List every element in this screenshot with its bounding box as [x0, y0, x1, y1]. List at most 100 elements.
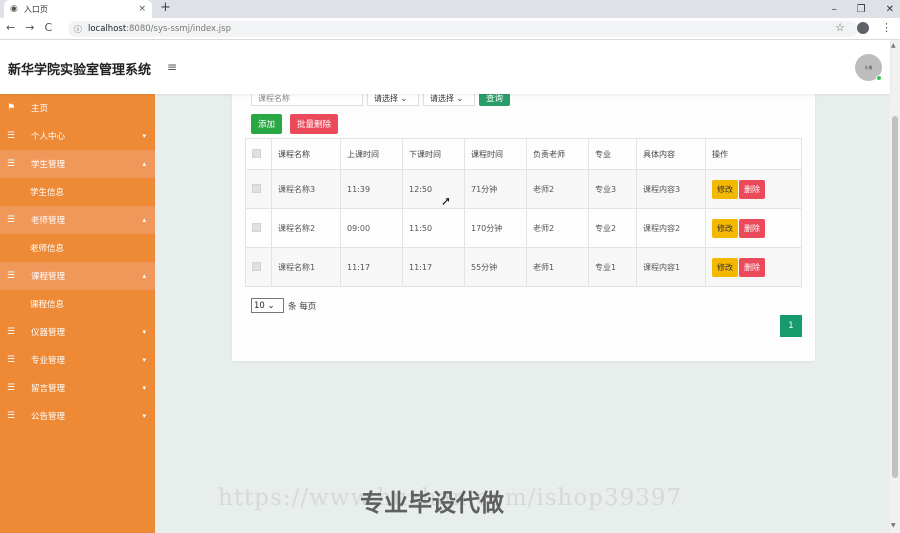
- filter-select-1-value: 请选择: [374, 93, 398, 103]
- batch-delete-button[interactable]: 批量删除: [290, 114, 339, 134]
- row-checkbox[interactable]: [252, 183, 261, 193]
- watermark-overlay: 专业毕设代做: [360, 489, 504, 517]
- sidebar-item[interactable]: 课程信息: [0, 290, 155, 318]
- page-size-value: 10: [254, 300, 265, 311]
- browser-tab-bar: ◉ 入口页 × + – ❐ ✕: [0, 0, 900, 18]
- table-cell: 课程名称1: [271, 247, 341, 287]
- chevron-up-icon: ▴: [142, 272, 146, 280]
- chevron-down-icon: ⌄: [267, 300, 275, 311]
- globe-icon: ◉: [10, 4, 18, 14]
- tab-title: 入口页: [23, 4, 48, 14]
- forward-icon[interactable]: →: [25, 21, 34, 34]
- row-checkbox[interactable]: [252, 261, 261, 271]
- scroll-thumb[interactable]: [892, 116, 898, 478]
- table-row: 课程名称1 11:17 11:17 55分钟 老师1 专业1 课程内容1 修改 删除: [245, 247, 802, 287]
- col-header: 具体内容: [636, 138, 706, 170]
- sidebar-item[interactable]: 老师信息: [0, 234, 155, 262]
- online-status-dot: [876, 75, 882, 81]
- table-cell: 11:17: [340, 247, 403, 287]
- url-field[interactable]: ⓘ localhost:8080/sys-ssmj/index.jsp: [68, 21, 858, 37]
- table-cell: 11:50: [402, 208, 465, 248]
- sidebar-item-label: 老师管理: [31, 216, 66, 226]
- add-button[interactable]: 添加: [251, 114, 283, 134]
- page-button[interactable]: 1: [780, 315, 802, 337]
- select-all-checkbox[interactable]: [252, 148, 261, 158]
- edit-button[interactable]: 修改: [712, 257, 738, 277]
- list-icon: ☰: [7, 159, 16, 169]
- sidebar-item-label: 学生管理: [31, 160, 66, 170]
- back-icon[interactable]: ←: [6, 21, 15, 34]
- flag-icon: ⚑: [7, 103, 16, 113]
- delete-button[interactable]: 删除: [739, 218, 765, 238]
- list-icon: ☰: [7, 383, 16, 393]
- scroll-up-icon[interactable]: ▲: [891, 42, 896, 49]
- sidebar-item-label: 主页: [31, 104, 49, 114]
- chevron-down-icon: ⌄: [456, 93, 464, 103]
- col-header: 课程时间: [464, 138, 527, 170]
- sidebar-item[interactable]: ☰ 学生管理 ▴: [0, 150, 155, 178]
- table-cell: 老师2: [526, 208, 589, 248]
- page-scrollbar[interactable]: ▲ ▼: [890, 40, 900, 533]
- nav-buttons: ← → C: [6, 21, 52, 34]
- sidebar-item[interactable]: ☰ 公告管理 ▾: [0, 402, 155, 430]
- info-icon[interactable]: ⓘ: [74, 24, 82, 35]
- page-size-select[interactable]: 10 ⌄: [251, 298, 284, 313]
- restore-icon[interactable]: ❐: [857, 4, 866, 15]
- edit-button[interactable]: 修改: [712, 218, 738, 238]
- filter-select-2-value: 请选择: [430, 93, 454, 103]
- col-header: 下课时间: [402, 138, 465, 170]
- sidebar-item[interactable]: ☰ 个人中心 ▾: [0, 122, 155, 150]
- main-content: 课程名称 请选择 ⌄ 请选择 ⌄ 查询 添加 批量删除 课程名称 上课时间 下课…: [155, 90, 890, 533]
- sidebar-item[interactable]: ☰ 专业管理 ▾: [0, 346, 155, 374]
- new-tab-button[interactable]: +: [160, 0, 171, 18]
- col-header: 专业: [588, 138, 637, 170]
- url-path: :8080/sys-ssmj/index.jsp: [126, 24, 231, 34]
- delete-button[interactable]: 删除: [739, 179, 765, 199]
- row-select-cell: [245, 247, 272, 287]
- chevron-down-icon: ⌄: [400, 93, 408, 103]
- profile-icon[interactable]: [857, 21, 869, 34]
- list-icon: ☰: [7, 327, 16, 337]
- sidebar-item[interactable]: ☰ 课程管理 ▴: [0, 262, 155, 290]
- tab-close-icon[interactable]: ×: [138, 4, 146, 14]
- select-all-cell: [245, 138, 272, 170]
- sidebar-item-label: 专业管理: [31, 356, 66, 366]
- chevron-up-icon: ▴: [142, 216, 146, 224]
- close-window-icon[interactable]: ✕: [886, 4, 894, 15]
- row-actions: 修改 删除: [712, 179, 795, 199]
- chevron-down-icon: ▾: [142, 412, 146, 420]
- col-header: 课程名称: [271, 138, 341, 170]
- sidebar-item[interactable]: ☰ 留言管理 ▾: [0, 374, 155, 402]
- sidebar-item-label: 个人中心: [31, 132, 66, 142]
- row-checkbox[interactable]: [252, 222, 261, 232]
- table-header-row: 课程名称 上课时间 下课时间 课程时间 负责老师 专业 具体内容 操作: [245, 138, 802, 170]
- sidebar-item-label: 老师信息: [30, 244, 65, 254]
- row-actions: 修改 删除: [712, 257, 795, 277]
- sidebar: ⚑ 主页 ☰ 个人中心 ▾ ☰ 学生管理 ▴ 学生信息 ☰ 老师管理 ▴ 老师信息 ☰ 课程管理 ▴ 课程信息 ☰…: [0, 94, 155, 533]
- scroll-down-icon[interactable]: ▼: [891, 522, 896, 529]
- col-header: 上课时间: [340, 138, 403, 170]
- sidebar-item-label: 学生信息: [30, 188, 65, 198]
- table-cell: 课程内容3: [636, 169, 706, 209]
- table-cell: 11:17: [402, 247, 465, 287]
- course-list-card: 课程名称 请选择 ⌄ 请选择 ⌄ 查询 添加 批量删除 课程名称 上课时间 下课…: [232, 90, 815, 361]
- table-cell: 专业2: [588, 208, 637, 248]
- sidebar-item[interactable]: ⚑ 主页: [0, 94, 155, 122]
- col-header: 操作: [705, 138, 802, 170]
- delete-button[interactable]: 删除: [739, 257, 765, 277]
- edit-button[interactable]: 修改: [712, 179, 738, 199]
- sidebar-item[interactable]: ☰ 仪器管理 ▾: [0, 318, 155, 346]
- browser-menu-icon[interactable]: ⋮: [881, 21, 892, 34]
- hamburger-menu-icon[interactable]: ≡: [167, 60, 177, 74]
- browser-tab[interactable]: ◉ 入口页 ×: [4, 0, 152, 18]
- sidebar-item[interactable]: 学生信息: [0, 178, 155, 206]
- list-icon: ☰: [7, 215, 16, 225]
- app-title: 新华学院实验室管理系统: [8, 63, 152, 78]
- sidebar-item[interactable]: ☰ 老师管理 ▴: [0, 206, 155, 234]
- bookmark-star-icon[interactable]: ☆: [835, 21, 845, 34]
- minimize-icon[interactable]: –: [832, 4, 837, 15]
- sidebar-item-label: 课程信息: [30, 300, 65, 310]
- app-header: 新华学院实验室管理系统 ≡ 头像: [0, 40, 890, 94]
- address-bar: ← → C ⓘ localhost:8080/sys-ssmj/index.js…: [0, 18, 900, 40]
- reload-icon[interactable]: C: [44, 21, 52, 34]
